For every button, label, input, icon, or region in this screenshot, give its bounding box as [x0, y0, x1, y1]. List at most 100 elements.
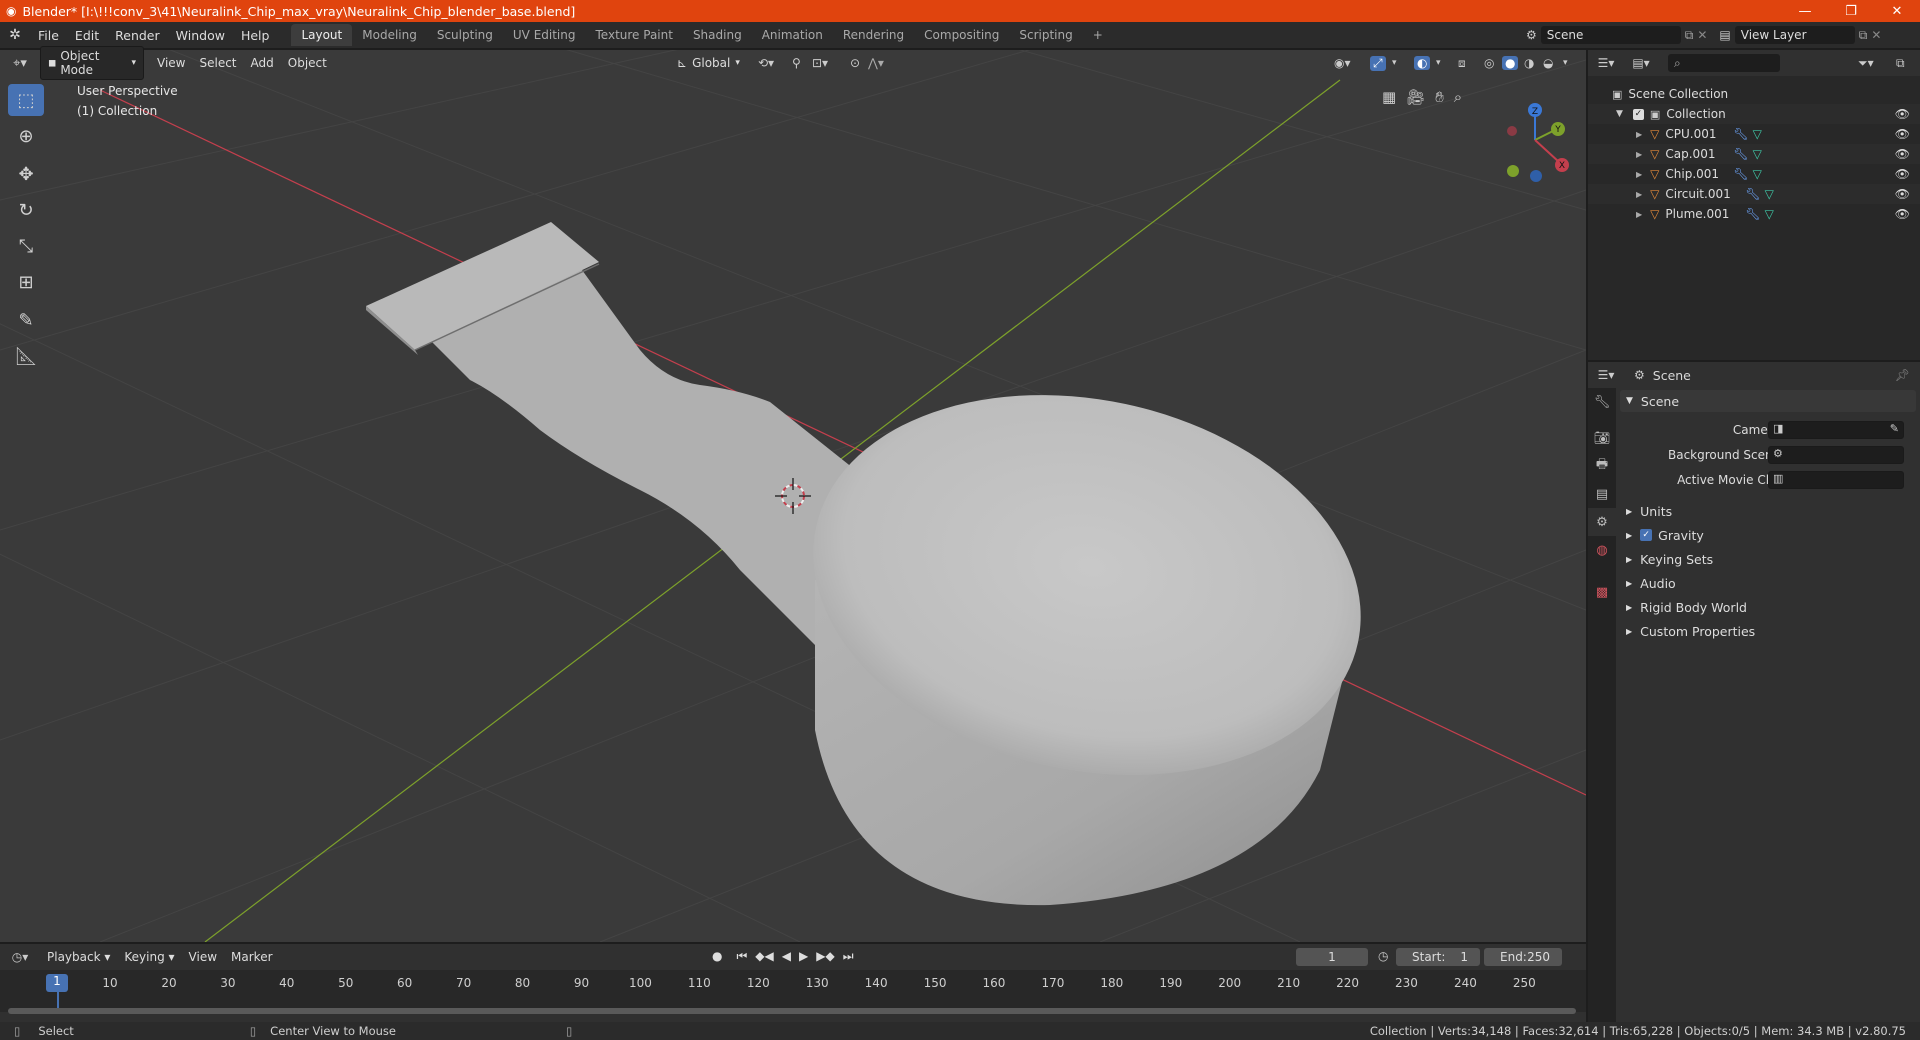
select-box-tool[interactable]: ⬚	[8, 84, 44, 116]
modifier-wrench-icon[interactable]: 🔧︎	[1733, 147, 1748, 161]
cursor-tool[interactable]: ⊕	[8, 120, 44, 152]
outliner-scene-collection[interactable]: ▣ Scene Collection	[1588, 84, 1920, 104]
jump-end-icon[interactable]: ⏭	[843, 949, 854, 964]
measure-tool[interactable]: 📐︎	[8, 340, 44, 372]
tab-shading[interactable]: Shading	[683, 24, 752, 46]
delete-view-layer-icon[interactable]: ✕	[1871, 28, 1881, 42]
blender-menu-icon[interactable]: ✲	[0, 27, 30, 43]
jump-keyframe-forward-icon[interactable]: ▶◆	[816, 949, 834, 964]
render-tab-icon[interactable]: 📷︎	[1588, 424, 1616, 452]
keying-sets-panel[interactable]: ▶ Keying Sets	[1620, 548, 1916, 570]
mesh-data-icon[interactable]: ▽	[1765, 207, 1774, 221]
record-icon[interactable]: ●	[712, 949, 722, 964]
play-icon[interactable]: ▶	[799, 949, 808, 964]
visibility-icon[interactable]: ◉▾	[1334, 56, 1351, 70]
menu-object[interactable]: Object	[281, 54, 334, 72]
menu-marker[interactable]: Marker	[224, 950, 279, 964]
end-frame-field[interactable]: End: 250	[1484, 948, 1562, 966]
expand-arrow-icon[interactable]: ▶	[1636, 150, 1642, 159]
falloff-icon[interactable]: ⋀▾	[868, 56, 884, 70]
new-scene-icon[interactable]: ⧉	[1685, 28, 1694, 43]
tab-layout[interactable]: Layout	[291, 24, 353, 46]
modifier-wrench-icon[interactable]: 🔧︎	[1745, 207, 1760, 221]
eye-icon[interactable]: 👁︎	[1895, 207, 1910, 221]
eye-icon[interactable]: 👁︎	[1895, 127, 1910, 141]
rendered-shading-icon[interactable]: ◒	[1543, 56, 1553, 70]
tab-animation[interactable]: Animation	[752, 24, 833, 46]
menu-add[interactable]: Add	[244, 54, 281, 72]
outliner-editor-icon[interactable]: ☰▾	[1588, 56, 1624, 70]
scale-tool[interactable]: ⤡	[8, 230, 44, 262]
properties-editor-icon[interactable]: ☰▾	[1588, 368, 1624, 382]
view-layer-tab-icon[interactable]: ▤	[1588, 480, 1616, 508]
mesh-data-icon[interactable]: ▽	[1753, 167, 1762, 181]
close-button[interactable]: ✕	[1874, 0, 1920, 22]
eye-icon[interactable]: 👁︎	[1895, 167, 1910, 181]
world-tab-icon[interactable]: ◍	[1588, 536, 1616, 564]
new-view-layer-icon[interactable]: ⧉	[1859, 28, 1868, 43]
gravity-panel[interactable]: ▶ ✓ Gravity	[1620, 524, 1916, 546]
menu-keying[interactable]: Keying ▾	[117, 950, 181, 964]
menu-view[interactable]: View	[150, 54, 192, 72]
menu-view[interactable]: View	[182, 950, 224, 964]
expand-arrow-icon[interactable]: ▶	[1636, 130, 1642, 139]
outliner-item-cap[interactable]: ▶ ▽ Cap.001 🔧︎ ▽ 👁︎	[1588, 144, 1920, 164]
menu-file[interactable]: File	[30, 28, 67, 43]
texture-tab-icon[interactable]: ▩	[1588, 578, 1616, 606]
menu-playback[interactable]: Playback ▾	[40, 950, 117, 964]
overlays-toggle-icon[interactable]: ◐	[1414, 56, 1431, 70]
scene-selector[interactable]: Scene	[1540, 26, 1681, 44]
units-panel[interactable]: ▶ Units	[1620, 500, 1916, 522]
playhead[interactable]: 1	[46, 974, 68, 992]
output-tab-icon[interactable]: 🖶	[1588, 452, 1616, 480]
rigid-body-world-panel[interactable]: ▶ Rigid Body World	[1620, 596, 1916, 618]
navigation-gizmo[interactable]: Z Y X	[1507, 103, 1569, 182]
start-frame-field[interactable]: Start: 1	[1396, 948, 1480, 966]
pivot-icon[interactable]: ⟲▾	[758, 56, 774, 70]
move-tool[interactable]: ✥	[8, 158, 44, 190]
tab-scripting[interactable]: Scripting	[1009, 24, 1082, 46]
outliner-search-input[interactable]: ⌕	[1668, 54, 1780, 72]
camera-field[interactable]: ◨ ✎	[1768, 421, 1904, 439]
xray-icon[interactable]: ⧈	[1458, 56, 1466, 71]
tab-compositing[interactable]: Compositing	[914, 24, 1009, 46]
custom-properties-panel[interactable]: ▶ Custom Properties	[1620, 620, 1916, 642]
snap-icon[interactable]: ⚲	[792, 56, 801, 70]
shading-dropdown-icon[interactable]: ▾	[1563, 58, 1568, 68]
eye-icon[interactable]: 👁︎	[1895, 187, 1910, 201]
menu-select[interactable]: Select	[192, 54, 243, 72]
jump-start-icon[interactable]: ⏮	[736, 949, 747, 964]
modifier-wrench-icon[interactable]: 🔧︎	[1733, 167, 1748, 181]
mode-selector[interactable]: ◼ Object Mode ▾	[40, 46, 144, 80]
clock-icon[interactable]: ◷	[1378, 949, 1388, 963]
menu-edit[interactable]: Edit	[67, 28, 107, 43]
gravity-checkbox[interactable]: ✓	[1640, 529, 1653, 541]
grid-view-icon[interactable]: ▦	[1382, 88, 1396, 106]
mesh-data-icon[interactable]: ▽	[1765, 187, 1774, 201]
outliner-item-circuit[interactable]: ▶ ▽ Circuit.001 🔧︎ ▽ 👁︎	[1588, 184, 1920, 204]
wireframe-shading-icon[interactable]: ◎	[1484, 56, 1494, 70]
tab-sculpting[interactable]: Sculpting	[427, 24, 503, 46]
tab-modeling[interactable]: Modeling	[352, 24, 427, 46]
menu-window[interactable]: Window	[168, 28, 233, 43]
eye-icon[interactable]: 👁︎	[1895, 107, 1910, 121]
transform-orientation-selector[interactable]: ⊾ Global ▾	[670, 54, 747, 72]
scene-icon[interactable]: ⚙	[1526, 28, 1537, 42]
eye-icon[interactable]: 👁︎	[1895, 147, 1910, 161]
editor-type-icon[interactable]: ⌖▾	[0, 56, 40, 71]
outliner-item-plume[interactable]: ▶ ▽ Plume.001 🔧︎ ▽ 👁︎	[1588, 204, 1920, 224]
background-scene-field[interactable]: ⚙	[1768, 446, 1904, 464]
scene-panel-header[interactable]: ▼ Scene	[1620, 390, 1916, 412]
expand-arrow-icon[interactable]: ▶	[1636, 210, 1642, 219]
minimize-button[interactable]: —	[1782, 0, 1828, 22]
view-layer-selector[interactable]: View Layer	[1734, 26, 1855, 44]
add-workspace-button[interactable]: +	[1083, 24, 1113, 46]
tab-rendering[interactable]: Rendering	[833, 24, 914, 46]
gizmo-dropdown-icon[interactable]: ▾	[1392, 58, 1397, 68]
timeline-editor-icon[interactable]: ◷▾	[0, 950, 40, 964]
menu-help[interactable]: Help	[233, 28, 278, 43]
mesh-data-icon[interactable]: ▽	[1753, 147, 1762, 161]
view-layer-icon[interactable]: ▤	[1719, 28, 1730, 42]
solid-shading-icon[interactable]: ●	[1502, 56, 1519, 70]
mesh-data-icon[interactable]: ▽	[1753, 127, 1762, 141]
